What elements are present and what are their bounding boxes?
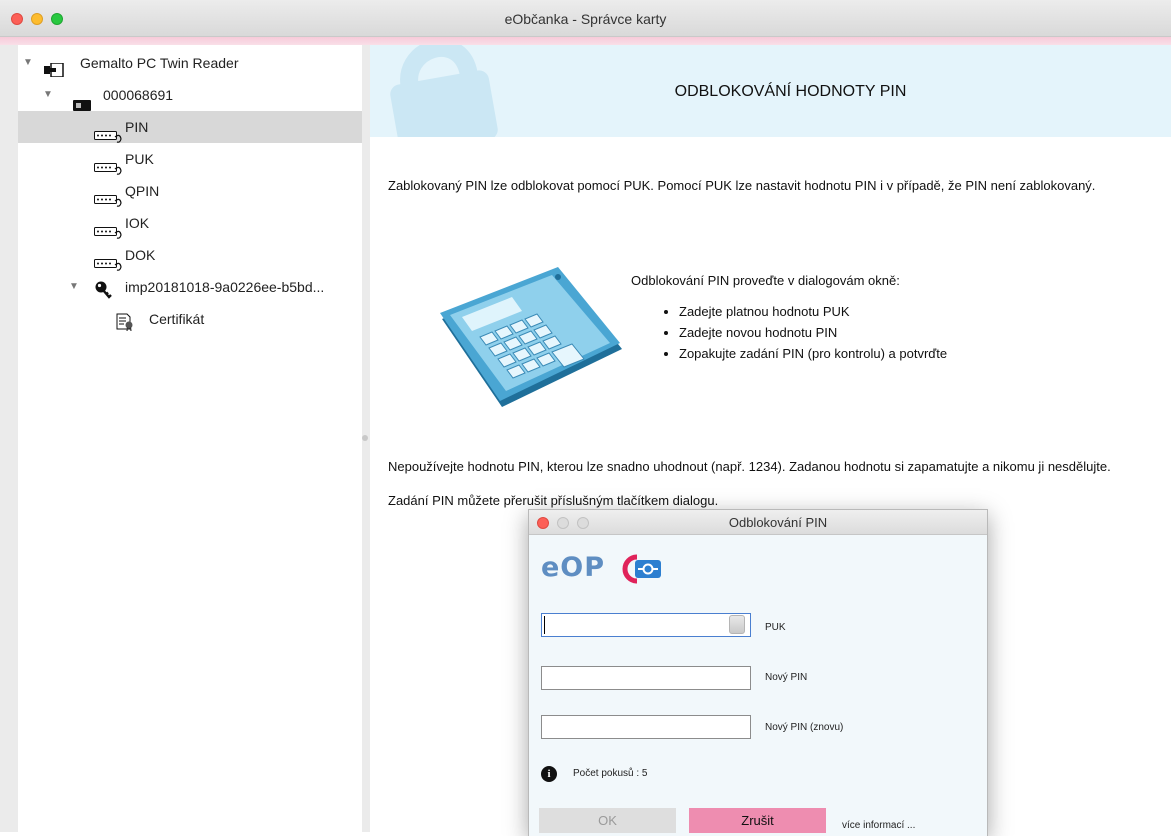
tree-item-label: QPIN [125, 183, 160, 199]
eop-logo: eOP [541, 552, 661, 586]
new-pin-label: Nový PIN [765, 672, 808, 683]
disclosure-triangle-icon[interactable]: ▼ [42, 79, 54, 111]
tree-item-label: Certifikát [149, 311, 205, 327]
tree-item-pin[interactable]: PIN [18, 111, 362, 143]
tree-item-card[interactable]: ▼ 000068691 [18, 79, 362, 111]
instructions-title: Odblokování PIN proveďte v dialogovám ok… [631, 273, 900, 288]
puk-label: PUK [765, 622, 786, 633]
page-title: ODBLOKOVÁNÍ HODNOTY PIN [674, 83, 907, 100]
text-caret [544, 616, 545, 634]
info-icon: i [541, 766, 557, 782]
window-titlebar: eObčanka - Správce karty [0, 0, 1171, 37]
tree-item-label: IOK [125, 215, 150, 231]
splitter-handle-icon[interactable] [362, 435, 368, 441]
key-fill-icon[interactable] [729, 615, 745, 634]
attempts-counter: Počet pokusů : 5 [573, 768, 648, 779]
eop-card-logo-icon [622, 554, 661, 584]
tree-item-iok[interactable]: IOK [18, 207, 362, 239]
tree-item-label: PIN [125, 119, 149, 135]
window-accent-bar [0, 37, 1171, 45]
new-pin-repeat-label: Nový PIN (znovu) [765, 722, 844, 733]
calculator-illustration [440, 267, 622, 407]
header-band: ODBLOKOVÁNÍ HODNOTY PIN [370, 45, 1171, 137]
tree-item-label: imp20181018-9a0226ee-b5bd... [125, 279, 325, 295]
ok-button[interactable]: OK [539, 808, 676, 833]
tree-item-label: PUK [125, 151, 154, 167]
certificate-icon [115, 310, 135, 342]
step-item: Zopakujte zadání PIN (pro kontrolu) a po… [679, 343, 947, 364]
tree-item-label: 000068691 [103, 87, 174, 103]
disclosure-triangle-icon[interactable]: ▼ [68, 271, 80, 303]
puk-input[interactable] [541, 613, 751, 637]
new-pin-input[interactable] [541, 666, 751, 690]
tree-item-puk[interactable]: PUK [18, 143, 362, 175]
tree-item-label: Gemalto PC Twin Reader [80, 55, 239, 71]
disclosure-triangle-icon[interactable]: ▼ [22, 47, 34, 79]
eop-logo-text: eOP [541, 552, 606, 583]
tree-item-certificate[interactable]: Certifikát [18, 303, 362, 335]
step-item: Zadejte novou hodnotu PIN [679, 322, 947, 343]
card-tree: ▼ Gemalto PC Twin Reader ▼ 000068691 PIN… [18, 45, 363, 832]
tree-item-key[interactable]: ▼ imp20181018-9a0226ee-b5bd... [18, 271, 362, 303]
more-info-link[interactable]: více informací ... [842, 820, 915, 831]
intro-text: Zablokovaný PIN lze odblokovat pomocí PU… [388, 178, 1096, 193]
left-margin [0, 45, 18, 832]
unblock-pin-dialog: Odblokování PIN eOP PUK Nový PIN Nový PI… [528, 509, 988, 836]
tree-item-dok[interactable]: DOK [18, 239, 362, 271]
warning-text: Nepoužívejte hodnotu PIN, kterou lze sna… [388, 459, 1111, 474]
window-title: eObčanka - Správce karty [504, 11, 667, 27]
dialog-titlebar: Odblokování PIN [529, 510, 987, 535]
cancel-note: Zadání PIN můžete přerušit příslušným tl… [388, 493, 719, 508]
dialog-title: Odblokování PIN [728, 515, 828, 530]
step-item: Zadejte platnou hodnotu PUK [679, 301, 947, 322]
tree-item-reader[interactable]: ▼ Gemalto PC Twin Reader [18, 47, 362, 79]
tree-item-label: DOK [125, 247, 156, 263]
instruction-steps: Zadejte platnou hodnotu PUK Zadejte novo… [661, 301, 947, 364]
cancel-button[interactable]: Zrušit [689, 808, 826, 833]
tree-item-qpin[interactable]: QPIN [18, 175, 362, 207]
new-pin-repeat-input[interactable] [541, 715, 751, 739]
